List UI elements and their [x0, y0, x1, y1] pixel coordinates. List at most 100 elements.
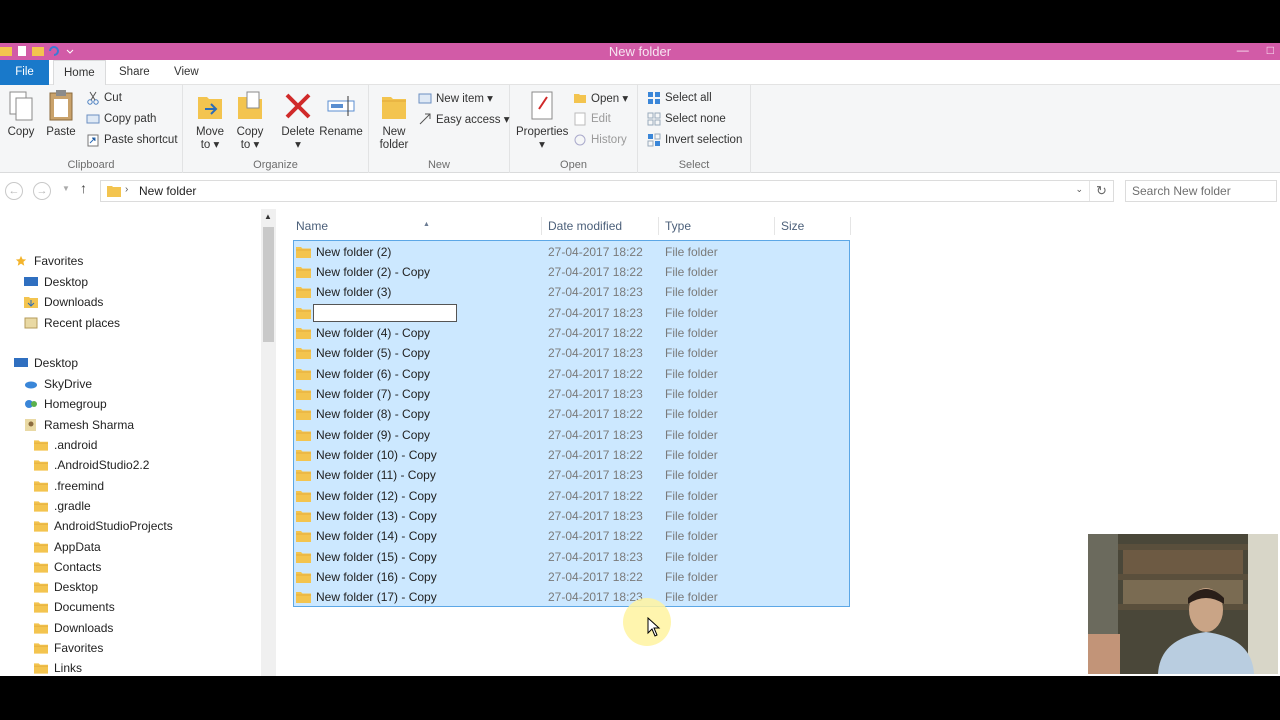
file-date: 27-04-2017 18:22 — [548, 325, 643, 340]
open-button[interactable]: Open ▾ — [573, 89, 628, 107]
nav-user-folder-4[interactable]: AndroidStudioProjects — [34, 516, 173, 536]
forward-button[interactable]: → — [33, 182, 51, 200]
tab-file[interactable]: File — [0, 60, 49, 85]
address-box[interactable]: › New folder ⌄ ↻ — [100, 180, 1114, 202]
paste-shortcut-button[interactable]: Paste shortcut — [86, 131, 178, 149]
address-dropdown-icon[interactable]: ⌄ — [1075, 184, 1083, 195]
recent-locations-chevron-icon[interactable]: ▼ — [62, 184, 70, 193]
paste-button[interactable]: Paste — [44, 89, 78, 139]
edit-button[interactable]: Edit — [573, 110, 611, 128]
new-folder-button[interactable]: New folder — [375, 89, 413, 152]
file-row[interactable]: 27-04-2017 18:23 File folder — [294, 303, 849, 323]
file-name: New folder (4) - Copy — [316, 325, 431, 340]
nav-desktop-item-0[interactable]: SkyDrive — [24, 374, 92, 394]
file-row[interactable]: New folder (7) - Copy 27-04-2017 18:23 Fil… — [294, 384, 849, 404]
file-date: 27-04-2017 18:23 — [548, 285, 643, 300]
search-box[interactable] — [1125, 180, 1277, 202]
maximize-button[interactable]: □ — [1267, 43, 1274, 57]
file-row[interactable]: New folder (5) - Copy 27-04-2017 18:23 Fil… — [294, 343, 849, 363]
refresh-icon[interactable]: ↻ — [1089, 181, 1113, 201]
file-row[interactable]: New folder (16) - Copy 27-04-2017 18:22 Fi… — [294, 567, 849, 587]
file-row[interactable]: New folder (12) - Copy 27-04-2017 18:22 Fi… — [294, 486, 849, 506]
nav-fav-1[interactable]: Downloads — [24, 292, 103, 312]
nav-user-folder-7[interactable]: Desktop — [34, 577, 98, 597]
column-header-type[interactable]: Type — [659, 217, 775, 235]
rename-input[interactable] — [313, 303, 457, 322]
nav-user-folder-11[interactable]: Links — [34, 658, 82, 676]
copy-button[interactable]: Copy — [4, 89, 38, 139]
file-type: File folder — [665, 325, 718, 340]
up-arrow-icon[interactable]: ↑ — [80, 180, 87, 196]
nav-user-folder-2[interactable]: .freemind — [34, 476, 104, 496]
tab-view[interactable]: View — [164, 60, 209, 85]
nav-item-label: Ramesh Sharma — [44, 417, 135, 432]
new-folder-label: New — [382, 126, 406, 138]
file-date: 27-04-2017 18:23 — [548, 305, 643, 320]
file-row[interactable]: New folder (2) 27-04-2017 18:22 File folde… — [294, 242, 849, 262]
breadcrumb-current[interactable]: New folder — [139, 184, 196, 198]
breadcrumb-separator-icon[interactable]: › — [125, 184, 128, 195]
select-none-button[interactable]: Select none — [647, 110, 726, 128]
nav-desktop[interactable]: Desktop — [14, 353, 78, 373]
file-row[interactable]: New folder (10) - Copy 27-04-2017 18:22 Fi… — [294, 445, 849, 465]
minimize-button[interactable]: — — [1237, 43, 1249, 57]
column-header-date[interactable]: Date modified — [542, 217, 659, 235]
nav-desktop-item-1[interactable]: Homegroup — [24, 394, 107, 414]
nav-user-folder-9[interactable]: Downloads — [34, 618, 113, 638]
file-row[interactable]: New folder (17) - Copy 27-04-2017 18:23 Fi… — [294, 587, 849, 607]
easy-access-button[interactable]: Easy access ▾ — [418, 110, 510, 128]
nav-desktop-item-2[interactable]: Ramesh Sharma — [24, 415, 134, 435]
search-input[interactable] — [1132, 184, 1272, 198]
move-to-button[interactable]: Move to ▾ — [193, 89, 227, 152]
file-row[interactable]: New folder (4) - Copy 27-04-2017 18:22 Fil… — [294, 323, 849, 343]
webcam-overlay — [1086, 532, 1280, 676]
file-type: File folder — [665, 244, 718, 259]
nav-user-folder-8[interactable]: Documents — [34, 597, 115, 617]
tab-home[interactable]: Home — [53, 60, 106, 86]
file-type: File folder — [665, 488, 718, 503]
history-button[interactable]: History — [573, 131, 627, 149]
nav-item-label: Homegroup — [44, 397, 107, 412]
nav-fav-2[interactable]: Recent places — [24, 313, 120, 333]
nav-user-folder-3[interactable]: .gradle — [34, 496, 91, 516]
file-row[interactable]: New folder (3) 27-04-2017 18:23 File folde… — [294, 282, 849, 302]
invert-selection-button[interactable]: Invert selection — [647, 131, 742, 149]
scrollbar-thumb[interactable] — [263, 227, 274, 342]
file-row[interactable]: New folder (13) - Copy 27-04-2017 18:23 Fi… — [294, 506, 849, 526]
scroll-up-arrow-icon[interactable]: ▲ — [264, 212, 272, 221]
nav-favorites[interactable]: Favorites — [14, 251, 83, 271]
copy-path-button[interactable]: Copy path — [86, 110, 156, 128]
nav-item-label: SkyDrive — [44, 377, 93, 391]
file-row[interactable]: New folder (8) - Copy 27-04-2017 18:22 Fil… — [294, 404, 849, 424]
select-all-button[interactable]: Select all — [647, 89, 712, 107]
back-button[interactable]: ← — [5, 182, 23, 200]
file-row[interactable]: New folder (11) - Copy 27-04-2017 18:23 Fi… — [294, 465, 849, 485]
folder-icon — [34, 582, 48, 593]
new-item-button[interactable]: New item ▾ — [418, 89, 493, 107]
file-row[interactable]: New folder (15) - Copy 27-04-2017 18:23 Fi… — [294, 547, 849, 567]
column-header-size[interactable]: Size — [775, 217, 851, 235]
file-row[interactable]: New folder (9) - Copy 27-04-2017 18:23 Fil… — [294, 425, 849, 445]
star-icon — [15, 255, 27, 266]
rename-button[interactable]: Rename — [319, 89, 363, 139]
open-folder-icon — [574, 94, 586, 103]
nav-user-folder-10[interactable]: Favorites — [34, 638, 103, 658]
navigation-scrollbar[interactable]: ▲ — [261, 209, 276, 676]
delete-button[interactable]: Delete ▾ — [280, 89, 316, 152]
file-row[interactable]: New folder (14) - Copy 27-04-2017 18:22 Fi… — [294, 526, 849, 546]
nav-user-folder-1[interactable]: .AndroidStudio2.2 — [34, 455, 149, 475]
nav-fav-0[interactable]: Desktop — [24, 272, 88, 292]
nav-user-folder-0[interactable]: .android — [34, 435, 97, 455]
move-to-arrow: to ▾ — [200, 139, 220, 151]
cut-button[interactable]: Cut — [86, 89, 122, 107]
file-row[interactable]: New folder (2) - Copy 27-04-2017 18:22 Fil… — [294, 262, 849, 282]
properties-button[interactable]: Properties ▾ — [516, 89, 568, 152]
column-header-name[interactable]: Name ▲ — [290, 217, 542, 235]
file-date: 27-04-2017 18:22 — [548, 570, 643, 585]
title-bar: New folder — □ — [0, 43, 1280, 60]
nav-user-folder-5[interactable]: AppData — [34, 537, 101, 557]
copy-to-button[interactable]: Copy to ▾ — [233, 89, 267, 152]
file-row[interactable]: New folder (6) - Copy 27-04-2017 18:22 Fil… — [294, 364, 849, 384]
nav-user-folder-6[interactable]: Contacts — [34, 557, 101, 577]
tab-share[interactable]: Share — [109, 60, 160, 85]
